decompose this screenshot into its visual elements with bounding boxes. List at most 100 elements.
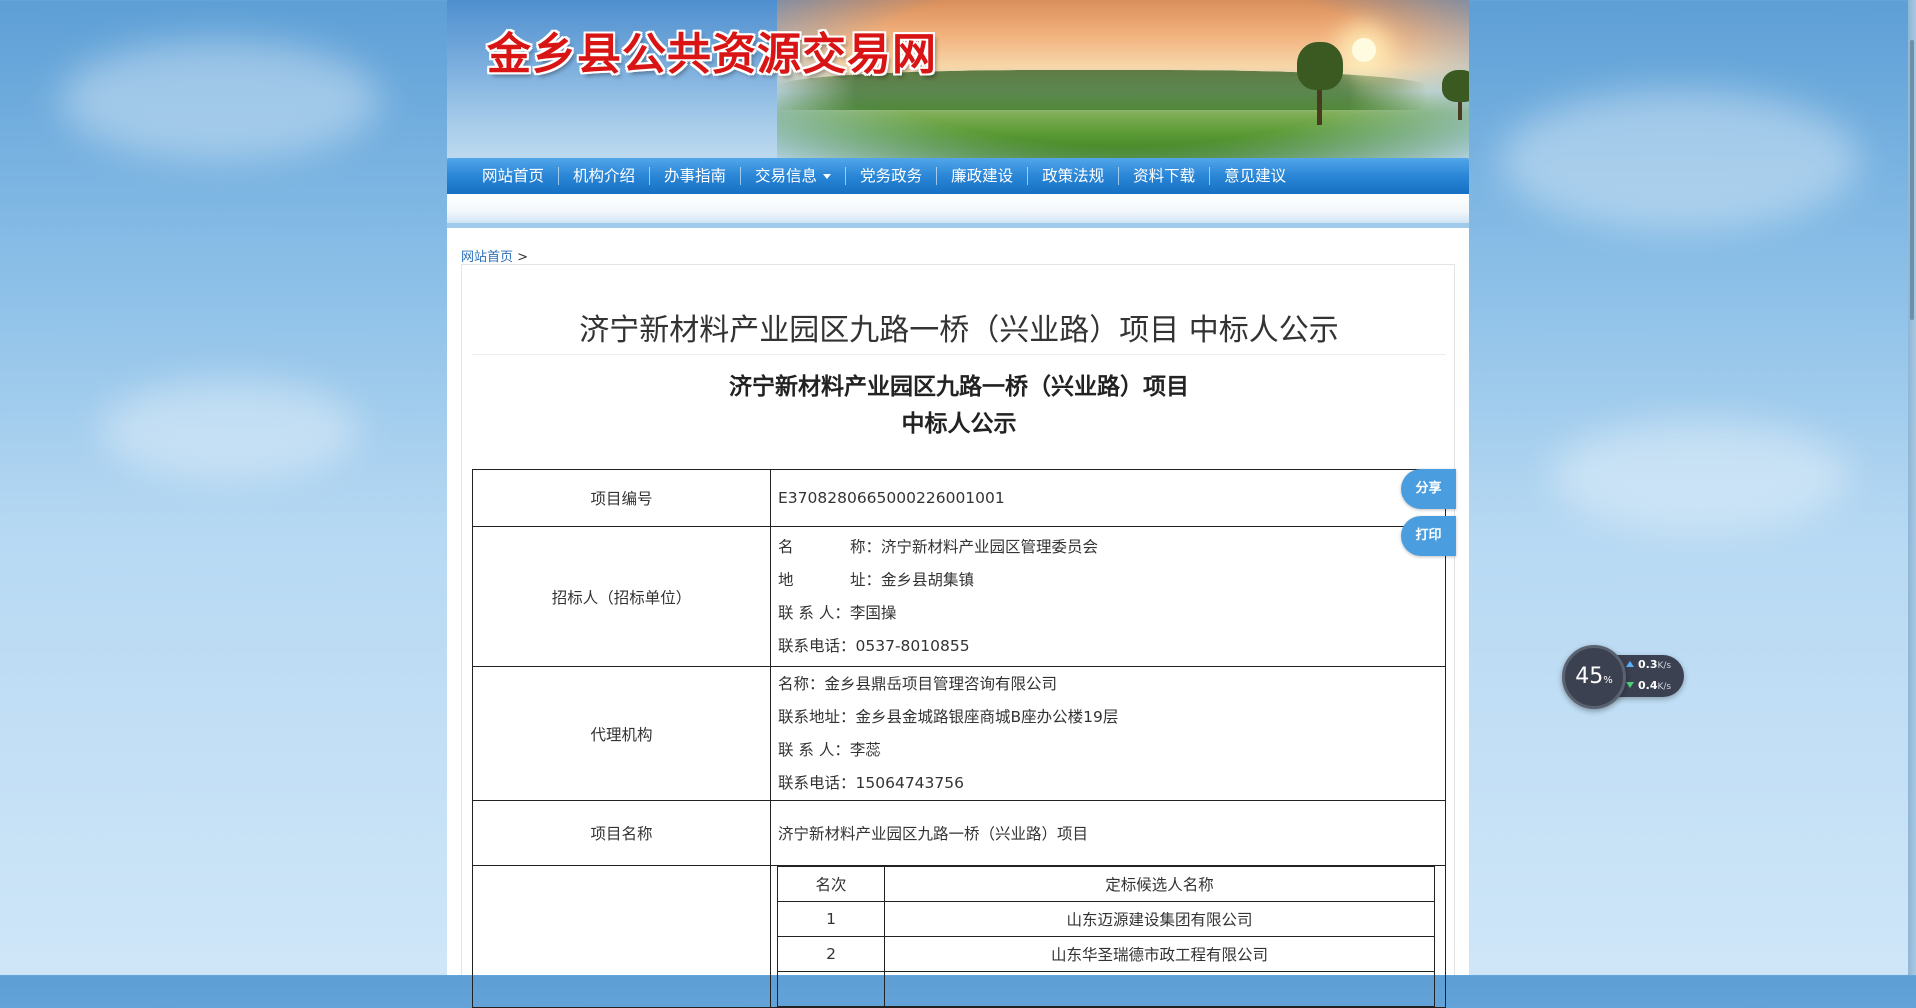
- tenderer-name-key-1: 名: [778, 537, 794, 556]
- agency-contact: 李蕊: [849, 740, 881, 759]
- download-arrow-icon: [1626, 682, 1634, 688]
- tenderer-phone-line: 联系电话：0537-8010855: [778, 630, 1445, 663]
- table-row: 2 山东华圣瑞德市政工程有限公司: [777, 936, 1435, 972]
- agency-addr-key: 联系地址：: [778, 707, 856, 726]
- breadcrumb: 网站首页 >: [461, 246, 528, 265]
- tenderer-label: 招标人（招标单位）: [472, 526, 771, 667]
- agency-name-line: 名称：金乡县鼎岳项目管理咨询有限公司: [778, 668, 1445, 701]
- agency-phone-key: 联系电话：: [778, 773, 856, 792]
- download-speed-value: 0.4: [1638, 679, 1658, 692]
- candidates-label-cell: [472, 865, 771, 1008]
- agency-contact-key: 联 系 人：: [778, 740, 850, 759]
- tenderer-phone-key: 联系电话：: [778, 636, 856, 655]
- nav-trade-info-label: 交易信息: [755, 167, 818, 185]
- breadcrumb-separator: >: [517, 250, 529, 265]
- tenderer-contact-key: 联 系 人：: [778, 603, 850, 622]
- tenderer-address-line: 地 址：金乡县胡集镇: [778, 564, 1445, 597]
- rank-header: 名次: [777, 866, 885, 902]
- tenderer-phone: 0537-8010855: [855, 636, 970, 655]
- tenderer-name-line: 名 称：济宁新材料产业园区管理委员会: [778, 531, 1445, 564]
- upload-speed-value: 0.3: [1638, 658, 1658, 671]
- main-content: 网站首页 > 济宁新材料产业园区九路一桥（兴业路）项目 中标人公示 济宁新材料产…: [447, 228, 1469, 1008]
- main-nav: 网站首页 机构介绍 办事指南 交易信息 党务政务 廉政建设 政策法规 资料下载 …: [447, 158, 1469, 194]
- tenderer-contact: 李国操: [849, 603, 897, 622]
- candidate-name: 山东华圣瑞德市政工程有限公司: [884, 936, 1435, 972]
- nav-party-affairs[interactable]: 党务政务: [846, 158, 936, 194]
- site-title: 金乡县公共资源交易网: [487, 29, 937, 80]
- agency-label: 代理机构: [472, 666, 771, 801]
- sky-cloud: [1550, 420, 1850, 530]
- table-row: 代理机构 名称：金乡县鼎岳项目管理咨询有限公司 联系地址：金乡县金城路银座商城B…: [472, 666, 1446, 801]
- candidate-name: 山东迈源建设集团有限公司: [884, 901, 1435, 937]
- memory-percent: 45: [1575, 664, 1604, 689]
- site-banner: 金乡县公共资源交易网: [447, 0, 1469, 158]
- heading-line-2: 中标人公示: [901, 411, 1017, 437]
- upload-arrow-icon: [1626, 661, 1634, 667]
- nav-integrity[interactable]: 廉政建设: [937, 158, 1027, 194]
- agency-contact-line: 联 系 人：李蕊: [778, 734, 1445, 767]
- article-heading: 济宁新材料产业园区九路一桥（兴业路）项目 中标人公示: [472, 369, 1446, 443]
- upload-speed-unit: K/s: [1657, 661, 1672, 671]
- print-button[interactable]: 打印: [1401, 516, 1456, 556]
- award-info-table: 项目编号 E3708280665000226001001 招标人（招标单位） 名…: [472, 469, 1446, 1008]
- breadcrumb-home-link[interactable]: 网站首页: [461, 250, 513, 265]
- article-frame: 济宁新材料产业园区九路一桥（兴业路）项目 中标人公示 济宁新材料产业园区九路一桥…: [461, 264, 1455, 1008]
- tenderer-name: 济宁新材料产业园区管理委员会: [881, 537, 1099, 556]
- candidate-name: [884, 971, 1435, 1007]
- table-row: 1 山东迈源建设集团有限公司: [777, 901, 1435, 937]
- candidate-rank: [777, 971, 885, 1007]
- nav-about[interactable]: 机构介绍: [559, 158, 649, 194]
- memory-usage-gauge: 45%: [1562, 645, 1626, 709]
- table-row: 名次 定标候选人名称 1 山东迈源建设集团有限公司 2 山东华圣瑞德市政工程有限…: [472, 865, 1446, 1008]
- sky-cloud: [100, 380, 360, 480]
- agency-phone-line: 联系电话：15064743756: [778, 767, 1445, 800]
- caret-down-icon: [823, 174, 832, 179]
- network-speed-widget[interactable]: 0.3K/s 0.4K/s 45%: [1562, 645, 1684, 709]
- nav-feedback[interactable]: 意见建议: [1210, 158, 1300, 194]
- nav-trade-info[interactable]: 交易信息: [741, 158, 845, 194]
- agency-address: 金乡县金城路银座商城B座办公楼19层: [855, 707, 1119, 726]
- title-divider: [472, 354, 1446, 355]
- tenderer-name-key-2: 称：: [850, 537, 882, 556]
- tenderer-addr-key-1: 地: [778, 570, 794, 589]
- project-code-label: 项目编号: [472, 469, 771, 527]
- nav-guide[interactable]: 办事指南: [650, 158, 740, 194]
- nav-policy[interactable]: 政策法规: [1028, 158, 1118, 194]
- tenderer-contact-line: 联 系 人：李国操: [778, 597, 1445, 630]
- candidate-name-header: 定标候选人名称: [884, 866, 1435, 902]
- candidates-table: 名次 定标候选人名称 1 山东迈源建设集团有限公司 2 山东华圣瑞德市政工程有限…: [777, 866, 1435, 1007]
- sky-cloud: [60, 40, 380, 160]
- sun-image: [1352, 38, 1376, 62]
- sub-nav-bar: [447, 194, 1469, 228]
- table-row: 项目编号 E3708280665000226001001: [472, 469, 1446, 527]
- agency-details: 名称：金乡县鼎岳项目管理咨询有限公司 联系地址：金乡县金城路银座商城B座办公楼1…: [770, 666, 1446, 801]
- candidate-rank: 2: [777, 936, 885, 972]
- tenderer-details: 名 称：济宁新材料产业园区管理委员会 地 址：金乡县胡集镇 联 系 人：李国操 联系…: [770, 526, 1446, 667]
- nav-downloads[interactable]: 资料下载: [1119, 158, 1209, 194]
- project-name-label: 项目名称: [472, 800, 771, 866]
- sky-cloud: [1500, 90, 1860, 230]
- project-name-value: 济宁新材料产业园区九路一桥（兴业路）项目: [770, 800, 1446, 866]
- tenderer-address: 金乡县胡集镇: [881, 570, 975, 589]
- project-code-value: E3708280665000226001001: [770, 469, 1446, 527]
- table-row: 项目名称 济宁新材料产业园区九路一桥（兴业路）项目: [472, 800, 1446, 866]
- scrollbar-thumb[interactable]: [1910, 40, 1914, 320]
- agency-name: 金乡县鼎岳项目管理咨询有限公司: [824, 674, 1058, 693]
- tree-image: [1442, 70, 1469, 102]
- table-row: 名次 定标候选人名称: [777, 866, 1435, 902]
- download-speed: 0.4K/s: [1638, 679, 1671, 692]
- share-button[interactable]: 分享: [1401, 469, 1456, 509]
- agency-phone: 15064743756: [855, 773, 964, 792]
- download-speed-unit: K/s: [1657, 682, 1672, 692]
- candidates-cell: 名次 定标候选人名称 1 山东迈源建设集团有限公司 2 山东华圣瑞德市政工程有限…: [770, 865, 1446, 1008]
- tree-image: [1297, 42, 1343, 90]
- nav-home[interactable]: 网站首页: [468, 158, 558, 194]
- table-row: [777, 971, 1435, 1007]
- candidate-rank: 1: [777, 901, 885, 937]
- table-row: 招标人（招标单位） 名 称：济宁新材料产业园区管理委员会 地 址：金乡县胡集镇 联 …: [472, 526, 1446, 667]
- tenderer-addr-key-2: 址：: [850, 570, 882, 589]
- article-title: 济宁新材料产业园区九路一桥（兴业路）项目 中标人公示: [579, 313, 1339, 348]
- agency-name-key: 名称：: [778, 674, 825, 693]
- heading-line-1: 济宁新材料产业园区九路一桥（兴业路）项目: [729, 374, 1189, 400]
- memory-percent-unit: %: [1603, 675, 1613, 686]
